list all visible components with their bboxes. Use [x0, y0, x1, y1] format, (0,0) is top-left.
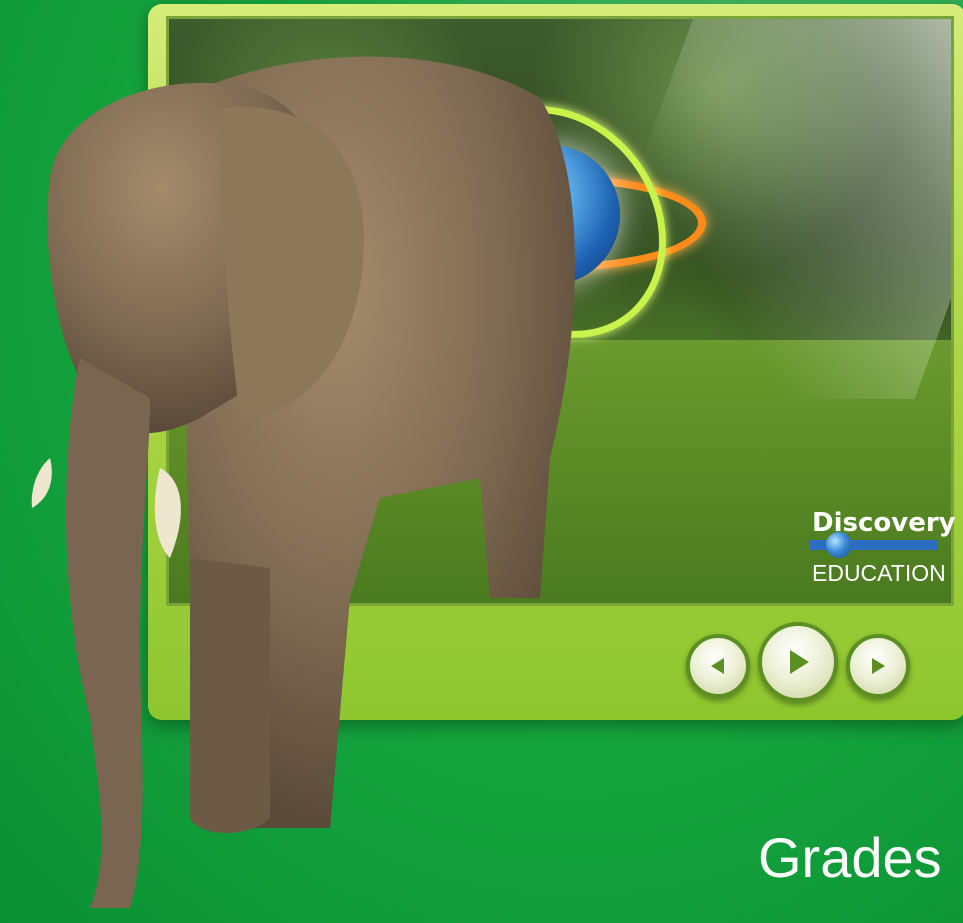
play-icon [790, 650, 809, 674]
next-button[interactable] [846, 634, 910, 698]
logo-brand-bottom: EDUCATION [812, 560, 946, 586]
next-arrow-icon [872, 658, 885, 674]
prev-arrow-icon [711, 658, 724, 674]
logo-globe-icon [826, 532, 852, 558]
elephant-image [31, 56, 575, 908]
previous-button[interactable] [686, 634, 750, 698]
discovery-education-logo: Discovery EDUCATION [810, 508, 956, 588]
play-button[interactable] [758, 622, 838, 702]
player-controls [686, 622, 916, 702]
grades-label: Grades [758, 826, 942, 889]
